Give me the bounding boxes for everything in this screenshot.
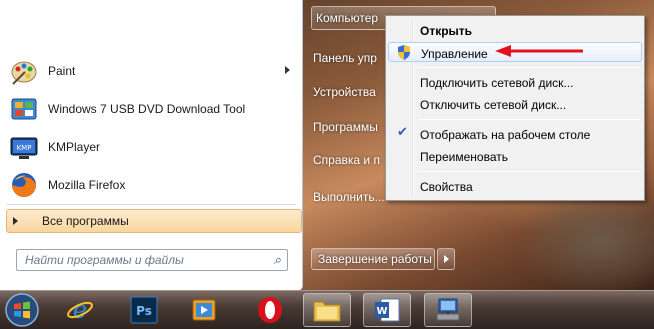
right-item-run[interactable]: Выполнить...	[313, 190, 393, 204]
menu-item-label: Подключить сетевой диск...	[420, 76, 574, 90]
taskbar-button-media-player[interactable]	[180, 293, 228, 327]
menu-item-label: Свойства	[420, 180, 473, 194]
right-item-programs[interactable]: Программы	[313, 120, 393, 134]
usb-dvd-tool-icon	[8, 93, 40, 125]
opera-icon	[258, 297, 282, 323]
search-placeholder: Найти программы и файлы	[25, 253, 184, 267]
taskbar-button-network[interactable]	[424, 293, 472, 327]
right-item-devices[interactable]: Устройства	[313, 85, 393, 99]
program-item-usb-dvd-tool[interactable]: Windows 7 USB DVD Download Tool	[2, 90, 300, 128]
program-list: Paint Windows 7 USB DVD Download Tool KM…	[2, 52, 300, 204]
right-item-help[interactable]: Справка и п	[313, 153, 393, 167]
svg-text:W: W	[376, 306, 387, 317]
program-label: Mozilla Firefox	[48, 178, 126, 192]
right-item-control-panel[interactable]: Панель упр	[313, 51, 393, 65]
internet-explorer-icon: e	[67, 296, 93, 324]
taskbar-button-explorer[interactable]	[303, 293, 351, 327]
right-item-label: Компьютер	[316, 11, 379, 25]
program-item-kmplayer[interactable]: KMP KMPlayer	[2, 128, 300, 166]
program-label: KMPlayer	[48, 140, 101, 154]
menu-item-label: Отключить сетевой диск...	[420, 98, 567, 112]
menu-item-map-drive[interactable]: Подключить сетевой диск...	[388, 72, 642, 92]
taskbar-button-word[interactable]: W	[363, 293, 411, 327]
windows-logo-icon	[5, 292, 39, 327]
svg-text:KMP: KMP	[17, 144, 32, 152]
all-programs-button[interactable]: Все программы	[6, 209, 302, 233]
menu-separator	[418, 171, 640, 172]
taskbar-button-opera[interactable]	[246, 293, 294, 327]
program-label: Paint	[48, 64, 76, 78]
submenu-arrow-icon	[285, 66, 290, 74]
shutdown-button[interactable]: Завершение работы	[311, 248, 435, 270]
network-computer-icon	[436, 298, 460, 321]
search-input[interactable]: Найти программы и файлы ⌕	[16, 249, 288, 271]
red-arrow-annotation	[495, 45, 583, 57]
menu-item-label: Открыть	[420, 24, 473, 38]
shutdown-options-button[interactable]	[437, 248, 455, 270]
taskbar-button-photoshop[interactable]: Ps	[120, 293, 168, 327]
right-triangle-icon	[13, 217, 18, 225]
search-icon: ⌕	[273, 253, 281, 268]
shutdown-label: Завершение работы	[318, 252, 432, 266]
start-orb-button[interactable]	[2, 290, 42, 329]
menu-item-rename[interactable]: Переименовать	[388, 146, 642, 166]
menu-item-disconnect-drive[interactable]: Отключить сетевой диск...	[388, 94, 642, 114]
divider	[6, 204, 296, 205]
program-item-paint[interactable]: Paint	[2, 52, 300, 90]
menu-item-label: Управление	[421, 47, 488, 61]
menu-item-properties[interactable]: Свойства	[388, 176, 642, 196]
taskbar-button-ie[interactable]: e	[56, 293, 104, 327]
menu-item-open[interactable]: Открыть	[388, 20, 642, 40]
word-icon: W	[375, 298, 400, 322]
explorer-folder-icon	[313, 301, 341, 322]
svg-text:e: e	[73, 296, 87, 324]
context-menu: Открыть Управление Подключить сетевой ди…	[385, 15, 645, 201]
program-label: Windows 7 USB DVD Download Tool	[48, 102, 246, 116]
svg-text:Ps: Ps	[136, 304, 152, 318]
menu-item-label: Переименовать	[420, 150, 508, 164]
program-item-firefox[interactable]: Mozilla Firefox	[2, 166, 300, 204]
media-player-icon	[192, 299, 216, 321]
menu-item-show-on-desktop[interactable]: ✔ Отображать на рабочем столе	[388, 124, 642, 144]
firefox-icon	[8, 169, 40, 201]
menu-separator	[418, 67, 640, 68]
kmplayer-icon: KMP	[8, 131, 40, 163]
paint-palette-icon	[8, 55, 40, 87]
photoshop-icon: Ps	[130, 296, 158, 324]
all-programs-label: Все программы	[42, 214, 129, 228]
start-menu-left-pane: Paint Windows 7 USB DVD Download Tool KM…	[0, 0, 303, 290]
menu-separator	[418, 119, 640, 120]
uac-shield-icon	[398, 45, 410, 60]
checkmark-icon: ✔	[397, 125, 408, 140]
menu-item-label: Отображать на рабочем столе	[420, 128, 591, 142]
